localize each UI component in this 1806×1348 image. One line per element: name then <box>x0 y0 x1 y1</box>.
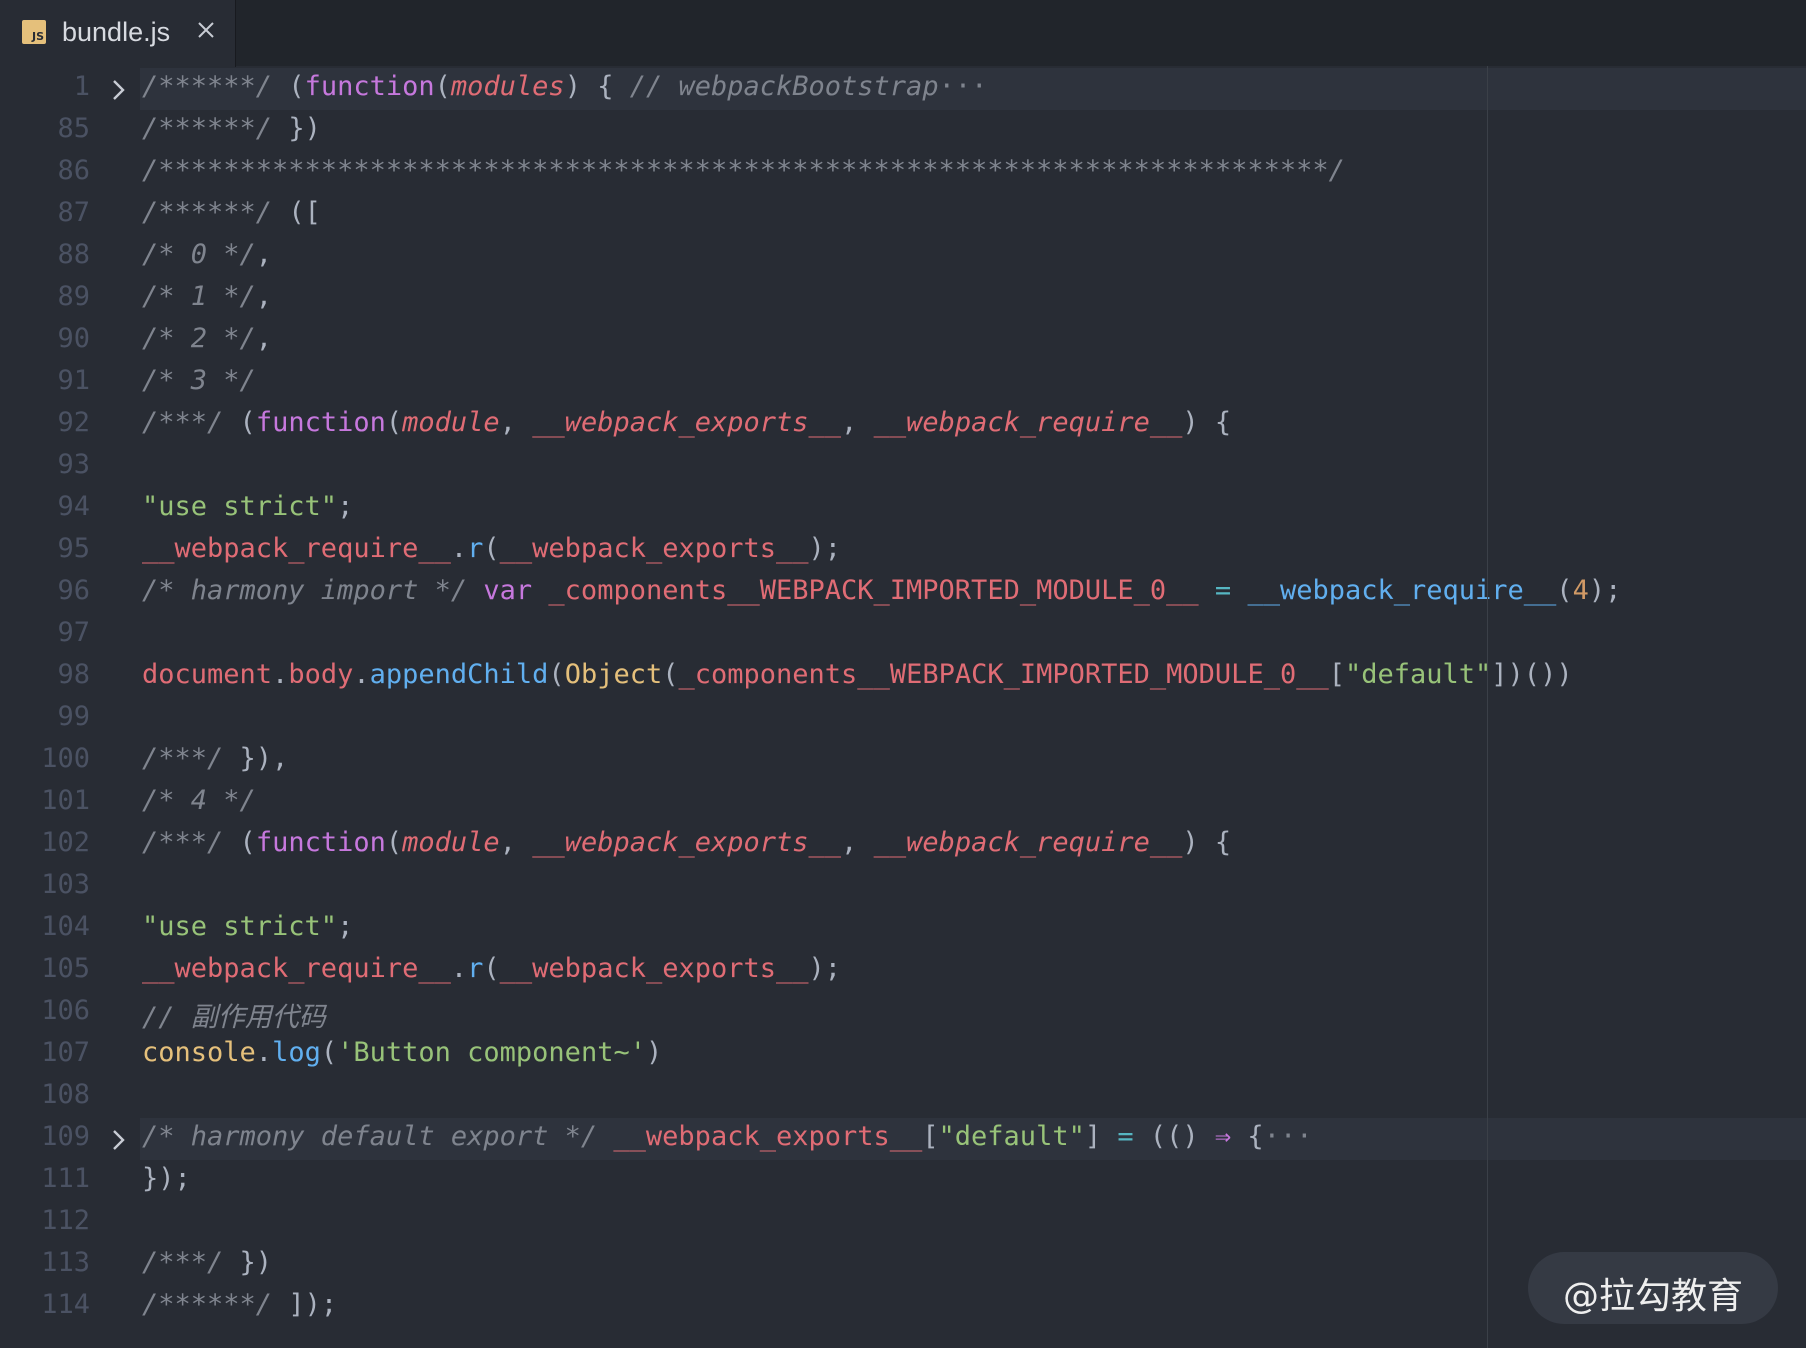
code-line[interactable]: 106 // 副作用代码 <box>0 992 1806 1034</box>
line-number: 98 <box>57 659 90 690</box>
code-text: /* 1 */, <box>142 281 273 312</box>
line-number: 92 <box>57 407 90 438</box>
code-line[interactable]: 94 "use strict"; <box>0 488 1806 530</box>
code-editor[interactable]: 1 /******/ (function(modules) { // webpac… <box>0 66 1806 1348</box>
code-line[interactable]: 85 /******/ }) <box>0 110 1806 152</box>
line-number: 105 <box>41 953 90 984</box>
code-text: /***/ }) <box>142 1247 273 1278</box>
line-number: 99 <box>57 701 90 732</box>
line-number: 89 <box>57 281 90 312</box>
line-number: 112 <box>41 1205 90 1236</box>
code-text: document.body.appendChild(Object(_compon… <box>142 659 1573 690</box>
line-number: 101 <box>41 785 90 816</box>
wrap-guide <box>1487 66 1488 1348</box>
code-line[interactable]: 96 /* harmony import */ var _components__… <box>0 572 1806 614</box>
line-number: 94 <box>57 491 90 522</box>
code-line[interactable]: 90 /* 2 */, <box>0 320 1806 362</box>
code-line[interactable]: 99 <box>0 698 1806 740</box>
line-number: 87 <box>57 197 90 228</box>
line-number: 93 <box>57 449 90 480</box>
code-line[interactable]: 93 <box>0 446 1806 488</box>
line-number: 88 <box>57 239 90 270</box>
code-line[interactable]: 108 <box>0 1076 1806 1118</box>
code-line[interactable]: 102 /***/ (function(module, __webpack_exp… <box>0 824 1806 866</box>
code-text: /* 0 */, <box>142 239 273 270</box>
code-text: __webpack_require__.r(__webpack_exports_… <box>142 953 842 984</box>
code-line[interactable]: 100 /***/ }), <box>0 740 1806 782</box>
code-line[interactable]: 105 __webpack_require__.r(__webpack_expor… <box>0 950 1806 992</box>
code-line[interactable]: 87 /******/ ([ <box>0 194 1806 236</box>
code-text: /******/ }) <box>142 113 321 144</box>
line-number: 106 <box>41 995 90 1026</box>
line-number: 86 <box>57 155 90 186</box>
code-text: // 副作用代码 <box>142 1002 326 1033</box>
code-line[interactable]: 95 __webpack_require__.r(__webpack_export… <box>0 530 1806 572</box>
code-text: /* harmony default export */ __webpack_e… <box>142 1121 1313 1152</box>
code-line[interactable]: 104 "use strict"; <box>0 908 1806 950</box>
code-text: }); <box>142 1163 191 1194</box>
line-number: 109 <box>41 1121 90 1152</box>
line-number: 111 <box>41 1163 90 1194</box>
code-line[interactable]: 91 /* 3 */ <box>0 362 1806 404</box>
code-text: console.log('Button component~') <box>142 1037 663 1068</box>
code-line[interactable]: 109 /* harmony default export */ __webpac… <box>0 1118 1806 1160</box>
line-number: 103 <box>41 869 90 900</box>
js-file-icon: JS <box>22 20 46 44</box>
watermark-text: @拉勾教育 <box>1562 1276 1743 1317</box>
line-number: 102 <box>41 827 90 858</box>
code-text: /***/ }), <box>142 743 289 774</box>
close-icon[interactable] <box>194 18 218 42</box>
code-text: /******/ ]); <box>142 1289 338 1320</box>
code-line[interactable]: 88 /* 0 */, <box>0 236 1806 278</box>
code-text: /***************************************… <box>142 155 1345 186</box>
code-line[interactable]: 1 /******/ (function(modules) { // webpac… <box>0 68 1806 110</box>
line-number: 104 <box>41 911 90 942</box>
line-number: 91 <box>57 365 90 396</box>
code-text: /******/ (function(modules) { // webpack… <box>142 71 988 102</box>
line-number: 108 <box>41 1079 90 1110</box>
line-number: 1 <box>73 71 90 102</box>
code-text: /* 3 */ <box>142 365 256 396</box>
line-number: 90 <box>57 323 90 354</box>
line-number: 107 <box>41 1037 90 1068</box>
code-text: /* 2 */, <box>142 323 273 354</box>
code-line[interactable]: 111}); <box>0 1160 1806 1202</box>
line-number: 113 <box>41 1247 90 1278</box>
code-text: /******/ ([ <box>142 197 321 228</box>
code-text: /* 4 */ <box>142 785 256 816</box>
code-line[interactable]: 92 /***/ (function(module, __webpack_expo… <box>0 404 1806 446</box>
code-text: "use strict"; <box>142 911 354 942</box>
code-line[interactable]: 101 /* 4 */ <box>0 782 1806 824</box>
line-number: 96 <box>57 575 90 606</box>
code-line[interactable]: 86 /*************************************… <box>0 152 1806 194</box>
line-number: 97 <box>57 617 90 648</box>
line-number: 85 <box>57 113 90 144</box>
code-text: /* harmony import */ var _components__WE… <box>142 575 1622 606</box>
tab-bar: JS bundle.js <box>0 0 1806 67</box>
watermark: @拉勾教育 <box>1528 1252 1778 1324</box>
tab-title: bundle.js <box>62 17 171 47</box>
code-text: /***/ (function(module, __webpack_export… <box>142 827 1232 858</box>
line-number: 95 <box>57 533 90 564</box>
code-line[interactable]: 112 <box>0 1202 1806 1244</box>
line-number: 100 <box>41 743 90 774</box>
code-line[interactable]: 89 /* 1 */, <box>0 278 1806 320</box>
code-line[interactable]: 107 console.log('Button component~') <box>0 1034 1806 1076</box>
tab-bundle-js[interactable]: JS bundle.js <box>0 0 236 67</box>
code-text: __webpack_require__.r(__webpack_exports_… <box>142 533 842 564</box>
code-text: /***/ (function(module, __webpack_export… <box>142 407 1232 438</box>
code-line[interactable]: 103 <box>0 866 1806 908</box>
code-line[interactable]: 97 <box>0 614 1806 656</box>
code-line[interactable]: 98 document.body.appendChild(Object(_comp… <box>0 656 1806 698</box>
line-number: 114 <box>41 1289 90 1320</box>
chevron-right-icon[interactable] <box>110 78 128 102</box>
code-text: "use strict"; <box>142 491 354 522</box>
chevron-right-icon[interactable] <box>110 1128 128 1152</box>
